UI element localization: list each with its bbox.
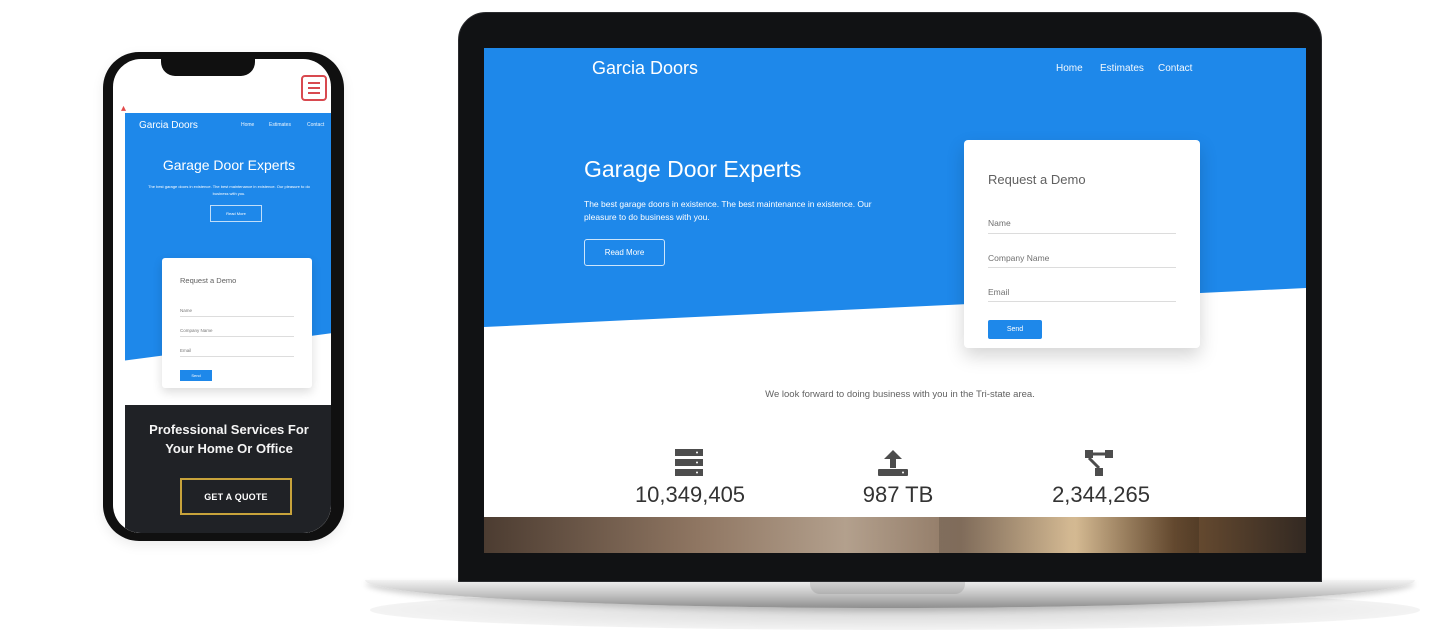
desktop-nav-home[interactable]: Home bbox=[1056, 63, 1083, 74]
desktop-email-field[interactable]: Email bbox=[988, 287, 1009, 297]
mobile-brand-logo[interactable]: Garcia Doors bbox=[139, 120, 198, 131]
desktop-hero-title: Garage Door Experts bbox=[584, 156, 802, 182]
desktop-company-name-field[interactable]: Company Name bbox=[988, 253, 1049, 263]
desktop-name-field[interactable]: Name bbox=[988, 218, 1011, 228]
stat-value-storage: 987 TB bbox=[862, 482, 934, 507]
network-icon bbox=[1085, 450, 1113, 476]
mobile-site-screen: Garcia Doors Home Estimates Contact Gara… bbox=[125, 113, 331, 533]
phone-screen: Garcia Doors Home Estimates Contact Gara… bbox=[113, 59, 331, 533]
stat-value-requests: 10,349,405 bbox=[634, 482, 746, 507]
phone-notch bbox=[161, 54, 255, 76]
upload-icon bbox=[878, 450, 908, 476]
desktop-nav-contact[interactable]: Contact bbox=[1158, 63, 1192, 74]
mobile-email-field[interactable]: Email bbox=[180, 348, 191, 353]
desktop-nav-estimates[interactable]: Estimates bbox=[1100, 63, 1144, 74]
mobile-hero-title: Garage Door Experts bbox=[162, 157, 296, 173]
mobile-hero-subtitle: The best garage doors in existence. The … bbox=[148, 184, 310, 196]
server-icon bbox=[675, 449, 703, 476]
mobile-services-title: Professional Services For Your Home Or O… bbox=[149, 422, 309, 456]
stat-value-network: 2,344,265 bbox=[1052, 482, 1150, 507]
hamburger-menu-icon[interactable] bbox=[301, 75, 327, 101]
red-logo-mark-icon: ▴ bbox=[121, 103, 127, 114]
desktop-hero-subtitle: The best garage doors in existence. The … bbox=[584, 199, 872, 222]
mobile-send-button[interactable]: Send bbox=[180, 370, 212, 381]
mobile-name-field[interactable]: Name bbox=[180, 308, 192, 313]
mobile-demo-form-card: Request a Demo Name Company Name Email S… bbox=[162, 258, 312, 388]
mobile-demo-form-title: Request a Demo bbox=[180, 276, 237, 285]
desktop-send-button[interactable]: Send bbox=[988, 320, 1042, 339]
mobile-name-field-underline bbox=[180, 316, 294, 317]
get-a-quote-button[interactable]: GET A QUOTE bbox=[180, 478, 292, 515]
mobile-company-name-field-underline bbox=[180, 336, 294, 337]
desktop-demo-form-card: Request a Demo Name Company Name Email S… bbox=[964, 140, 1200, 348]
desktop-brand-logo[interactable]: Garcia Doors bbox=[592, 58, 698, 79]
mobile-nav-contact[interactable]: Contact bbox=[307, 122, 324, 128]
mobile-services-section: Professional Services For Your Home Or O… bbox=[125, 405, 331, 533]
desktop-site-screen: Garcia Doors Home Estimates Contact Gara… bbox=[484, 48, 1306, 553]
mobile-company-name-field[interactable]: Company Name bbox=[180, 328, 213, 333]
desktop-email-field-underline bbox=[988, 301, 1176, 302]
desktop-photo-strip bbox=[484, 517, 1306, 553]
desktop-company-name-field-underline bbox=[988, 267, 1176, 268]
mobile-nav-home[interactable]: Home bbox=[241, 122, 254, 128]
laptop-hinge-notch bbox=[810, 580, 965, 594]
mobile-read-more-button[interactable]: Read More bbox=[210, 205, 262, 222]
desktop-tagline: We look forward to doing business with y… bbox=[765, 389, 1035, 400]
desktop-name-field-underline bbox=[988, 233, 1176, 234]
mobile-email-field-underline bbox=[180, 356, 294, 357]
mobile-nav-estimates[interactable]: Estimates bbox=[269, 122, 291, 128]
desktop-demo-form-title: Request a Demo bbox=[988, 172, 1086, 187]
desktop-read-more-button[interactable]: Read More bbox=[584, 239, 665, 266]
